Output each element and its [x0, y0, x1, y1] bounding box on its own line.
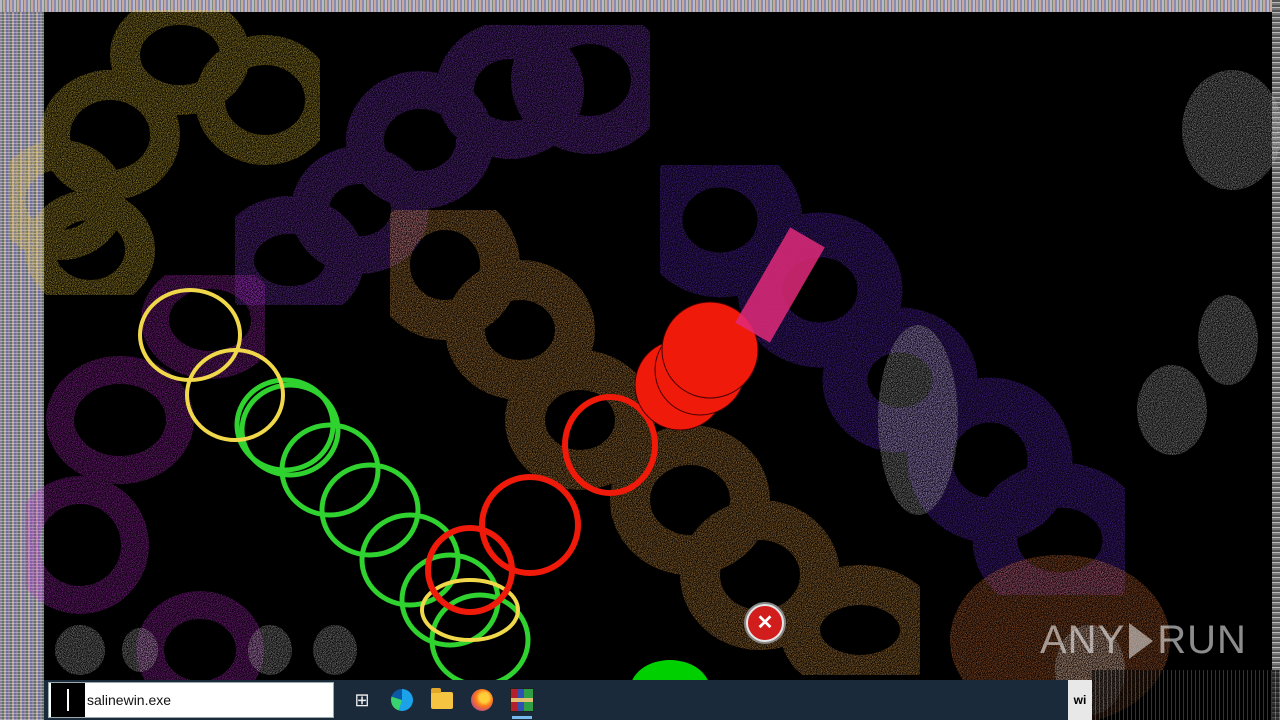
watermark-right-text: RUN	[1157, 618, 1247, 662]
desktop: ✕ ANY RUN salinewin.exe ⊞ wi	[0, 0, 1280, 720]
archive-app-icon[interactable]	[502, 680, 542, 720]
taskbar: salinewin.exe ⊞	[44, 680, 1092, 720]
edge-icon[interactable]	[382, 680, 422, 720]
tray-text: wi	[1073, 693, 1087, 707]
firefox-icon[interactable]	[462, 680, 502, 720]
error-x-glyph: ✕	[756, 612, 774, 634]
yellow-ring-chain	[0, 0, 335, 310]
task-view-icon[interactable]: ⊞	[342, 680, 382, 720]
watermark-left-text: ANY	[1040, 618, 1126, 662]
error-x-icon[interactable]: ✕	[746, 604, 784, 642]
search-input-value[interactable]: salinewin.exe	[87, 692, 171, 708]
glitch-artwork	[0, 0, 1280, 720]
taskbar-search-box[interactable]: salinewin.exe	[48, 682, 334, 718]
file-explorer-icon[interactable]	[422, 680, 462, 720]
play-icon	[1129, 622, 1154, 659]
search-cursor-icon	[51, 683, 85, 717]
anyrun-watermark: ANY RUN	[1040, 618, 1247, 663]
tray-fragment[interactable]: wi	[1068, 680, 1092, 720]
glitch-noise-bottom-right	[1092, 670, 1280, 720]
